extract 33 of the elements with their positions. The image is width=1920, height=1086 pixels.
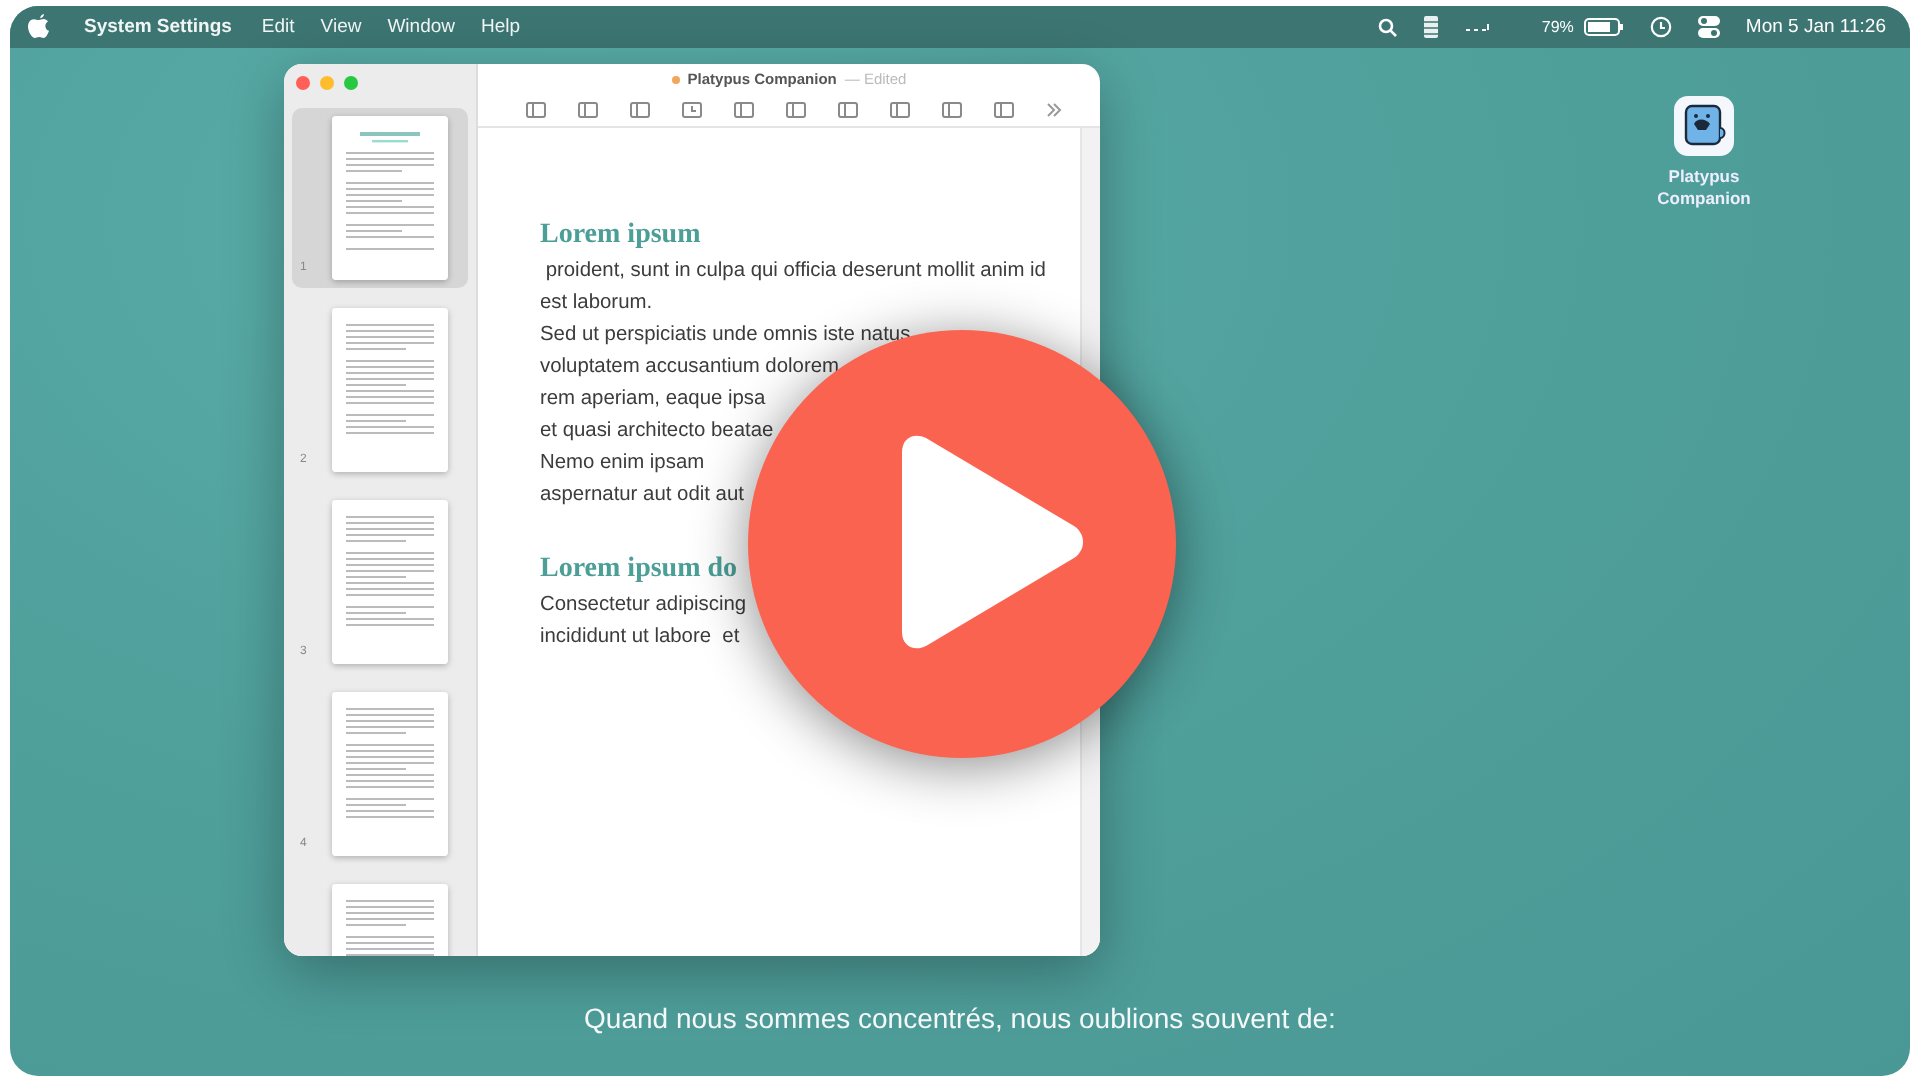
battery-icon[interactable] (1583, 18, 1624, 36)
close-button[interactable] (296, 76, 310, 90)
platypus-app-icon[interactable] (1672, 94, 1736, 158)
body-text: et quasi architecto beatae (540, 418, 776, 446)
app-menu[interactable]: System Settings (84, 16, 232, 38)
menu-item[interactable]: Window (387, 16, 456, 38)
bin-icon[interactable] (1423, 16, 1438, 38)
body-text: incididunt ut labore et (540, 624, 742, 652)
dots-icon[interactable] (1463, 22, 1492, 32)
body-text: aspernatur aut odit aut (540, 482, 746, 510)
menu-item[interactable]: Help (481, 16, 521, 38)
video-subtitle: Quand nous sommes concentrés, nous oublions souvent de: (584, 1002, 1336, 1034)
clock-icon[interactable] (681, 100, 701, 120)
desktop-icon-label: Platypus Companion (1655, 166, 1753, 210)
menu-item[interactable]: Edit (261, 16, 295, 38)
menu-bar-clock[interactable]: Mon 5 Jan 11:26 (1745, 16, 1886, 38)
body-text: Nemo enim ipsam (540, 450, 707, 478)
chevron-icon[interactable] (1045, 102, 1061, 118)
zoom-button[interactable] (344, 76, 358, 90)
menu-item[interactable]: View (320, 16, 362, 38)
body-text: Sed ut perspiciatis unde omnis iste natus (540, 322, 913, 350)
body-text: est laborum. (540, 290, 655, 318)
body-text: rem aperiam, eaque ipsa (540, 386, 768, 414)
body-text: proident, sunt in culpa qui officia deserunt mollit anim id (543, 258, 1048, 286)
battery-percentage: 79% (1541, 18, 1574, 36)
section-heading: Lorem ipsum do (540, 554, 740, 586)
search-icon[interactable] (1377, 17, 1398, 37)
sidebar-icon[interactable] (525, 100, 545, 120)
apple-icon[interactable] (28, 14, 50, 40)
section-heading: Lorem ipsum (540, 220, 703, 252)
body-text: Consectetur adipiscing (540, 592, 749, 620)
control-center-icon[interactable] (1697, 16, 1720, 38)
body-text: voluptatem accusantium dolorem (540, 354, 841, 382)
